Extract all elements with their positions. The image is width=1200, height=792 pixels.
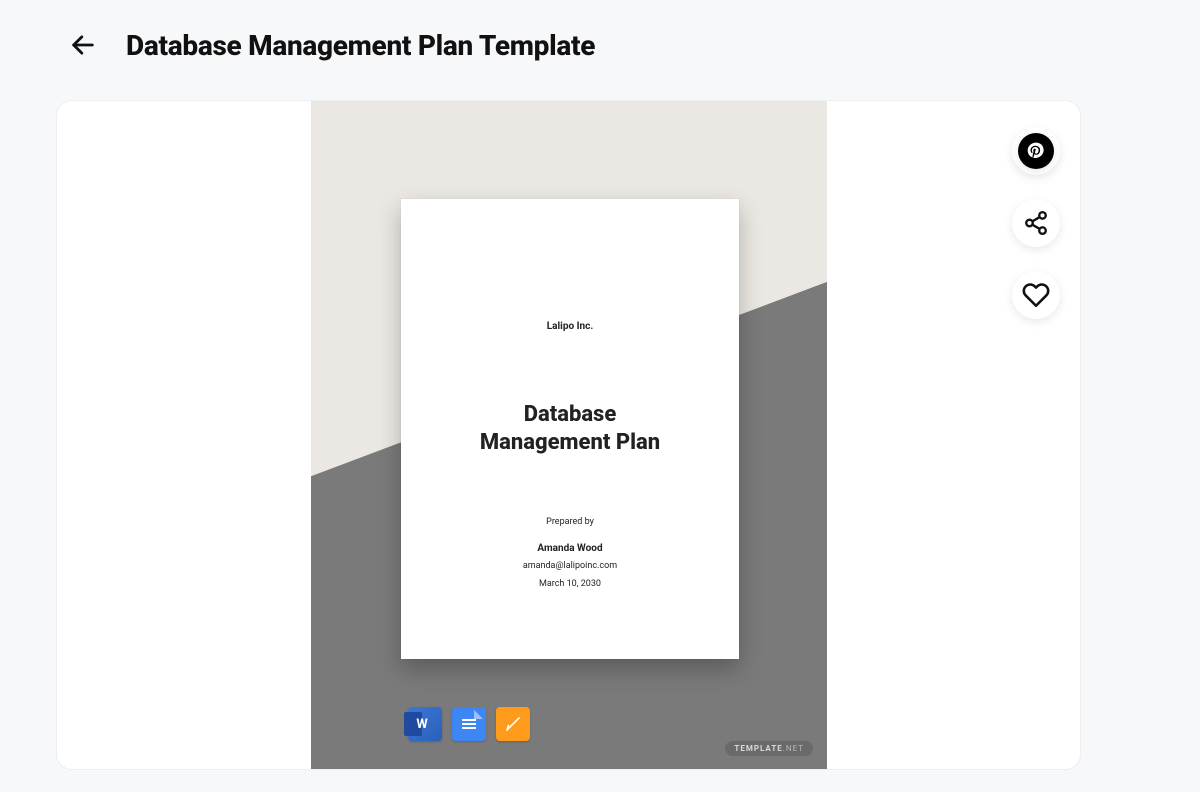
- pinterest-button[interactable]: [1012, 127, 1060, 175]
- favorite-button[interactable]: [1012, 271, 1060, 319]
- format-icons: W: [408, 707, 530, 741]
- document-title-line1: Database: [524, 402, 617, 427]
- pinterest-icon: [1018, 133, 1054, 169]
- prepared-by-email: amanda@lalipoinc.com: [401, 561, 739, 571]
- page-root: Database Management Plan Template Lalipo…: [0, 0, 1200, 792]
- document-page: Lalipo Inc. Database Management Plan Pre…: [401, 199, 739, 659]
- action-buttons: [1012, 127, 1060, 319]
- template-preview[interactable]: Lalipo Inc. Database Management Plan Pre…: [311, 101, 827, 770]
- document-title: Database Management Plan: [401, 401, 739, 456]
- format-word-icon[interactable]: W: [408, 707, 442, 741]
- prepared-by-label: Prepared by: [401, 517, 739, 527]
- prepared-by-name: Amanda Wood: [401, 543, 739, 554]
- pinterest-glyph-icon: [1026, 141, 1046, 161]
- share-icon: [1023, 210, 1049, 236]
- document-content: Lalipo Inc. Database Management Plan Pre…: [401, 199, 739, 659]
- document-company: Lalipo Inc.: [401, 321, 739, 332]
- pen-icon: [504, 715, 522, 733]
- template-card: Lalipo Inc. Database Management Plan Pre…: [56, 100, 1081, 770]
- watermark-badge: TEMPLATE.NET: [725, 741, 813, 756]
- page-header: Database Management Plan Template: [0, 0, 1200, 62]
- share-button[interactable]: [1012, 199, 1060, 247]
- heart-icon: [1022, 281, 1050, 309]
- back-button[interactable]: [66, 28, 100, 62]
- gdoc-lines-icon: [462, 719, 476, 729]
- document-title-line2: Management Plan: [480, 430, 660, 455]
- page-title: Database Management Plan Template: [126, 29, 595, 62]
- prepared-by-date: March 10, 2030: [401, 579, 739, 589]
- arrow-left-icon: [69, 31, 97, 59]
- watermark-brand: TEMPLATE: [734, 744, 782, 753]
- format-apple-pages-icon[interactable]: [496, 707, 530, 741]
- watermark-suffix: .NET: [783, 744, 804, 753]
- format-google-docs-icon[interactable]: [452, 707, 486, 741]
